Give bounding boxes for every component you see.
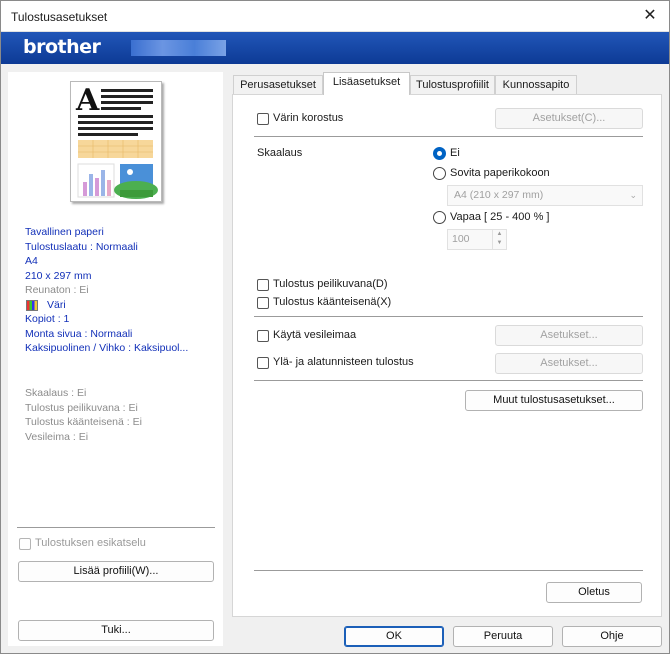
color-mode-icon [26, 299, 38, 311]
summary-pane: A Tavallinen paperi Tulostuslaatu: Norm… [8, 72, 223, 646]
mirror-print-label: Tulostus peilikuvana(D) [273, 278, 388, 290]
title-bar: Tulostusasetukset ✕ [1, 1, 669, 32]
scaling-fit-label: Sovita paperikokoon [450, 167, 550, 179]
advanced-summary-list: Skaalaus : Ei Tulostus peilikuvana : Ei … [25, 386, 142, 444]
header-footer-checkbox[interactable] [257, 357, 269, 369]
divider-1 [254, 136, 643, 137]
watermark-summary: Vesileima : Ei [25, 430, 89, 443]
tab-print-profiles[interactable]: Tulostusprofiilit [410, 75, 495, 94]
scaling-off-radio[interactable] [433, 147, 446, 160]
document-preview-icon: A [75, 83, 158, 199]
fit-paper-size-value: A4 (210 x 297 mm) [454, 189, 544, 201]
watermark-label: Käytä vesileimaa [273, 329, 357, 341]
page-preview-image: A [70, 81, 162, 202]
brother-logo: brother [23, 36, 101, 58]
advanced-panel: Värin korostus Asetukset(C)... Skaalaus … [232, 94, 662, 617]
copies: Kopiot : 1 [25, 313, 70, 325]
free-scaling-value: 100 [452, 233, 470, 245]
chevron-down-icon: ⌄ [629, 190, 637, 200]
duplex-booklet: Kaksipuolinen / Vihko : Kaksipuol... [25, 342, 189, 354]
free-scaling-stepper[interactable]: 100 ▲ ▼ [447, 229, 507, 250]
divider-3 [254, 380, 643, 381]
print-preview-checkbox[interactable] [19, 538, 31, 550]
tab-maintenance[interactable]: Kunnossapito [495, 75, 577, 94]
multiple-pages: Monta sivua : Normaali [25, 327, 133, 340]
media-type: Tavallinen paperi [25, 226, 104, 238]
support-button[interactable]: Tuki... [18, 620, 214, 641]
scaling-off-label: Ei [450, 147, 460, 159]
scaling-free-radio[interactable] [433, 211, 446, 224]
print-quality: Tulostuslaatu : Normaali [25, 240, 138, 253]
scaling-free-label: Vapaa [ 25 - 400 % ] [450, 211, 550, 223]
tab-basic[interactable]: Perusasetukset [233, 75, 323, 94]
borderless-status: Reunaton : Ei [25, 284, 89, 296]
header-footer-settings-button[interactable]: Asetukset... [495, 353, 643, 374]
reverse-summary: Tulostus käänteisenä : Ei [25, 416, 142, 428]
color-enhance-label: Värin korostus [273, 112, 344, 124]
color-enhance-checkbox[interactable] [257, 113, 269, 125]
header-footer-label: Ylä- ja alatunnisteen tulostus [273, 356, 414, 368]
color-enhance-settings-button[interactable]: Asetukset(C)... [495, 108, 643, 129]
divider-2 [254, 316, 643, 317]
reverse-print-label: Tulostus käänteisenä(X) [273, 296, 392, 308]
mirror-summary: Tulostus peilikuvana : Ei [25, 401, 138, 414]
color-mode: Väri [25, 298, 188, 313]
scaling-summary: Skaalaus : Ei [25, 387, 87, 399]
paper-size: A4 [25, 255, 38, 267]
print-settings-window: Tulostusasetukset ✕ brother A Tavallinen… [0, 0, 670, 654]
left-divider [17, 527, 215, 528]
ok-button[interactable]: OK [344, 626, 444, 647]
print-preview-label: Tulostuksen esikatselu [35, 537, 146, 549]
fit-paper-size-select[interactable]: A4 (210 x 297 mm) ⌄ [447, 185, 643, 206]
watermark-checkbox[interactable] [257, 330, 269, 342]
watermark-settings-button[interactable]: Asetukset... [495, 325, 643, 346]
paper-dimensions: 210 x 297 mm [25, 269, 92, 282]
cancel-button[interactable]: Peruuta [453, 626, 553, 647]
model-name-blurred [131, 40, 226, 56]
scaling-label: Skaalaus [257, 147, 303, 159]
mirror-print-checkbox[interactable] [257, 279, 269, 291]
brand-banner: brother [1, 32, 669, 64]
color-mode-label: Väri [47, 298, 66, 311]
stepper-arrows-icon[interactable]: ▲ ▼ [492, 230, 506, 249]
help-button[interactable]: Ohje [562, 626, 662, 647]
window-title: Tulostusasetukset [11, 10, 108, 24]
default-button[interactable]: Oletus [546, 582, 642, 603]
svg-text:A: A [75, 83, 100, 118]
scaling-fit-radio[interactable] [433, 167, 446, 180]
other-print-options-button[interactable]: Muut tulostusasetukset... [465, 390, 643, 411]
add-profile-button[interactable]: Lisää profiili(W)... [18, 561, 214, 582]
current-settings-list: Tavallinen paperi Tulostuslaatu : Normaa… [25, 225, 188, 356]
reverse-print-checkbox[interactable] [257, 297, 269, 309]
divider-4 [254, 570, 643, 571]
tab-advanced[interactable]: Lisäasetukset [323, 72, 410, 95]
close-icon[interactable]: ✕ [639, 5, 661, 27]
